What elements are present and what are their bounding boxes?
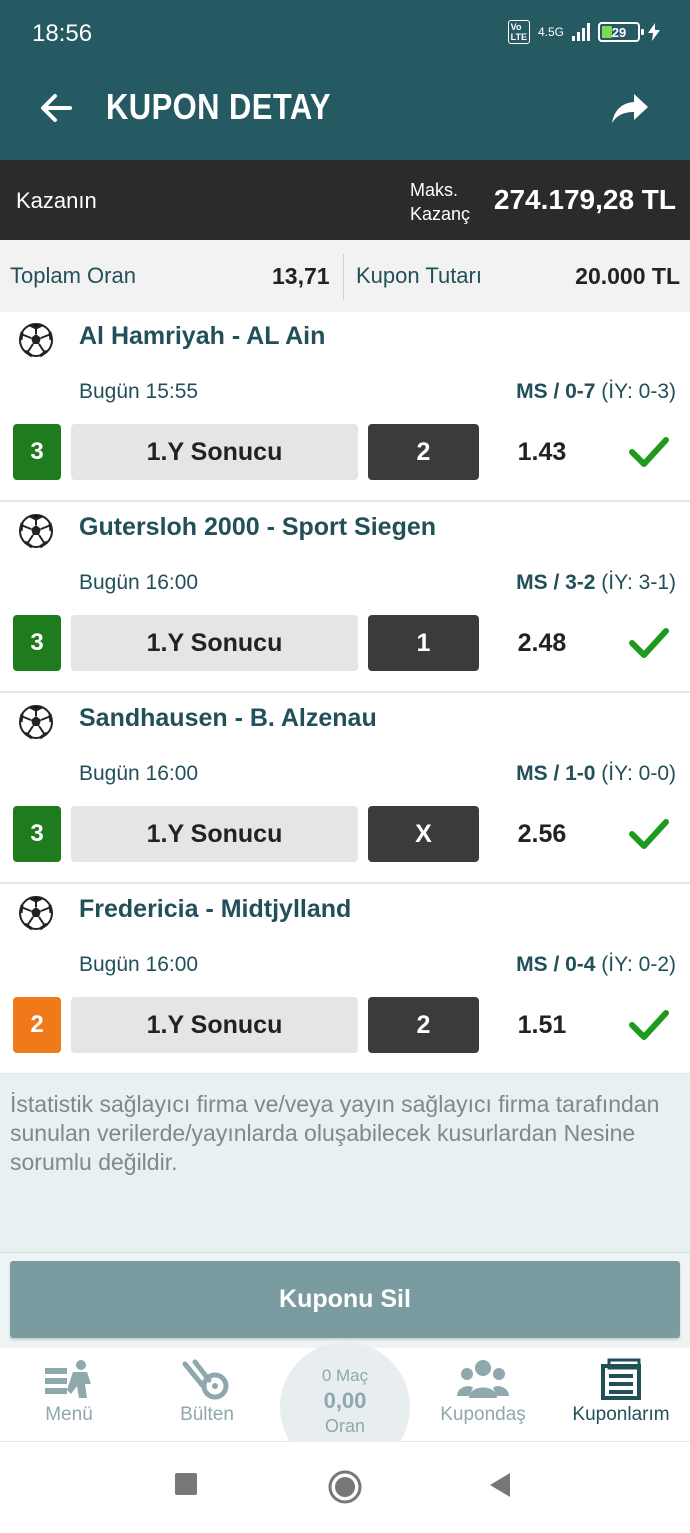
bottom-tab-bar: Menü Bülten 0 Maç 0,00 Oran Kupondaş Kup…	[0, 1342, 690, 1472]
coupon-summary: Toplam Oran 13,71 Kupon Tutarı 20.000 TL	[0, 240, 690, 312]
match-name: Fredericia - Midtjylland	[79, 895, 352, 923]
odd-value: 1.43	[517, 437, 567, 466]
max-win-bar: Kazanın Maks. Kazanç 274.179,28 TL	[0, 160, 690, 240]
market-name: 1.Y Sonucu	[71, 806, 358, 862]
soccer-ball-icon	[19, 705, 53, 740]
odds-label: Oran	[324, 1416, 366, 1436]
match-name: Sandhausen - B. Alzenau	[79, 704, 377, 732]
delete-bar: Kuponu Sil	[0, 1252, 690, 1348]
half-time-score: (İY: 3-1)	[595, 571, 676, 594]
selected-outcome: 2	[368, 424, 479, 480]
check-icon	[629, 628, 669, 658]
full-time-score: MS / 0-4	[516, 953, 596, 976]
match-date: Bugün 16:00	[79, 571, 199, 594]
full-time-score: MS / 0-7	[516, 380, 596, 403]
full-time-score: MS / 3-2	[516, 571, 596, 594]
market-name: 1.Y Sonucu	[71, 615, 358, 671]
status-time: 18:56	[32, 20, 93, 47]
match-row[interactable]: Fredericia - Midtjylland Bugün 16:00 MS …	[0, 885, 690, 1075]
share-icon[interactable]	[610, 88, 650, 128]
tab-kuponlarim-label: Kuponlarım	[572, 1404, 670, 1425]
stake-value: 20.000 TL	[575, 262, 680, 289]
mbs-badge: 3	[13, 615, 61, 671]
market-name: 1.Y Sonucu	[71, 424, 358, 480]
check-icon	[629, 1010, 669, 1040]
page-title: KUPON DETAY	[106, 86, 331, 127]
soccer-ball-icon	[19, 514, 53, 549]
system-nav-bar	[0, 1442, 690, 1533]
mbs-badge: 3	[13, 806, 61, 862]
match-date: Bugün 15:55	[79, 380, 199, 403]
match-count: 0 Maç	[321, 1366, 369, 1385]
network-type: 4.5G	[537, 25, 564, 39]
mbs-badge: 3	[13, 424, 61, 480]
half-time-score: (İY: 0-3)	[595, 380, 676, 403]
menu-icon	[45, 1360, 91, 1398]
community-icon	[457, 1360, 509, 1398]
coupons-icon	[601, 1358, 641, 1400]
disclaimer-text: İstatistik sağlayıcı firma ve/veya yayın…	[0, 1074, 690, 1252]
odds-value: 0,00	[323, 1388, 367, 1413]
charging-icon	[648, 23, 660, 41]
max-label-line2: Kazanç	[410, 204, 471, 224]
soccer-ball-icon	[19, 896, 53, 931]
tab-menu[interactable]: Menü	[4, 1348, 134, 1442]
match-date: Bugün 16:00	[79, 953, 199, 976]
win-label: Kazanın	[16, 188, 97, 213]
max-win-amount: 274.179,28 TL	[493, 184, 676, 215]
volte-icon: Vo LTE	[507, 20, 530, 44]
tab-bulletin-label: Bülten	[180, 1404, 234, 1425]
odd-value: 2.56	[517, 819, 567, 848]
divider	[343, 254, 344, 300]
app-bar: KUPON DETAY	[0, 66, 690, 160]
selected-outcome: X	[368, 806, 479, 862]
max-label-line1: Maks.	[410, 180, 459, 200]
match-date: Bugün 16:00	[79, 762, 199, 785]
tab-kupondas-label: Kupondaş	[440, 1404, 526, 1425]
match-row[interactable]: Al Hamriyah - AL Ain Bugün 15:55 MS / 0-…	[0, 312, 690, 502]
mbs-badge: 2	[13, 997, 61, 1053]
battery-level: 29	[611, 24, 627, 40]
soccer-ball-icon	[19, 323, 53, 358]
match-score: MS / 3-2 (İY: 3-1)	[516, 571, 676, 595]
stake-label: Kupon Tutarı	[356, 263, 482, 288]
market-name: 1.Y Sonucu	[71, 997, 358, 1053]
match-score: MS / 1-0 (İY: 0-0)	[516, 762, 676, 786]
status-bar: 18:56 Vo LTE 4.5G 29	[0, 0, 690, 66]
check-icon	[629, 819, 669, 849]
half-time-score: (İY: 0-2)	[595, 953, 676, 976]
tab-bulletin[interactable]: Bülten	[142, 1348, 272, 1442]
tab-kuponlarim[interactable]: Kuponlarım	[556, 1348, 686, 1442]
signal-icon	[572, 23, 590, 41]
back-icon[interactable]	[488, 1472, 512, 1498]
arrow-left-icon[interactable]	[36, 88, 76, 128]
tab-menu-label: Menü	[45, 1404, 93, 1425]
bulletin-icon	[182, 1359, 229, 1400]
match-row[interactable]: Gutersloh 2000 - Sport Siegen Bugün 16:0…	[0, 503, 690, 693]
home-icon[interactable]	[327, 1469, 363, 1505]
full-time-score: MS / 1-0	[516, 762, 596, 785]
status-icons: Vo LTE 4.5G 29	[507, 20, 660, 44]
check-icon	[629, 437, 669, 467]
match-name: Al Hamriyah - AL Ain	[79, 322, 326, 350]
total-odds-value: 13,71	[272, 262, 330, 289]
match-name: Gutersloh 2000 - Sport Siegen	[79, 513, 437, 541]
max-win-label: Maks. Kazanç	[410, 178, 470, 226]
match-score: MS / 0-4 (İY: 0-2)	[516, 953, 676, 977]
recent-apps-icon[interactable]	[174, 1472, 198, 1496]
odd-value: 1.51	[517, 1010, 567, 1039]
half-time-score: (İY: 0-0)	[595, 762, 676, 785]
match-row[interactable]: Sandhausen - B. Alzenau Bugün 16:00 MS /…	[0, 694, 690, 884]
total-odds-label: Toplam Oran	[10, 263, 136, 288]
tab-kupondas[interactable]: Kupondaş	[418, 1348, 548, 1442]
odd-value: 2.48	[517, 628, 567, 657]
match-score: MS / 0-7 (İY: 0-3)	[516, 380, 676, 404]
selected-outcome: 2	[368, 997, 479, 1053]
delete-coupon-button[interactable]: Kuponu Sil	[10, 1261, 680, 1338]
selected-outcome: 1	[368, 615, 479, 671]
battery-icon: 29	[598, 22, 644, 42]
